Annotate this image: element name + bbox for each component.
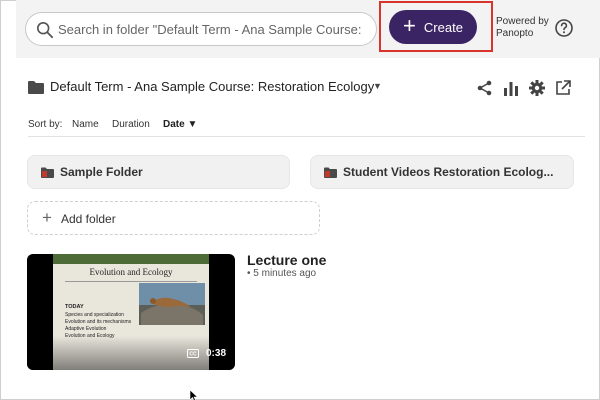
mouse-cursor-icon [190,390,198,400]
slide-bullet: Adaptive Evolution [65,326,107,332]
sort-option-name[interactable]: Name [72,119,99,130]
create-button[interactable]: + Create [389,10,477,44]
search-icon [36,21,54,39]
video-duration: 0:38 [206,348,227,359]
slide-divider [65,281,197,282]
slide-header-band [53,254,209,264]
slide-heading: TODAY [65,304,84,310]
plus-icon: + [42,208,52,227]
video-meta: • 5 minutes ago [247,268,317,279]
sort-option-date[interactable]: Date ▼ [163,119,197,130]
folder-card-label: Student Videos Restoration Ecolog... [343,165,554,179]
search-box[interactable] [25,12,377,46]
sort-option-duration[interactable]: Duration [112,119,150,130]
slide-title: Evolution and Ecology [89,267,173,277]
create-button-label: Create [423,19,463,35]
slide-bullet: Species and specialization [65,312,124,318]
svg-text:CC: CC [189,352,197,358]
settings-icon[interactable] [528,79,546,97]
video-title[interactable]: Lecture one [247,252,326,268]
folder-path-row: Default Term - Ana Sample Course: Restor… [28,79,578,99]
sort-label: Sort by: [28,119,63,130]
folder-card-student-videos[interactable]: Student Videos Restoration Ecolog... [310,155,574,189]
chevron-down-icon[interactable]: ▼ [373,81,382,91]
folder-icon [41,167,54,178]
folder-card-label: Sample Folder [60,165,143,179]
help-icon[interactable] [554,18,574,38]
folder-path-title[interactable]: Default Term - Ana Sample Course: Restor… [50,79,374,94]
folder-icon [324,167,337,178]
add-folder-label: Add folder [61,212,116,226]
thumbnail-shade [27,336,235,370]
folder-card-sample-folder[interactable]: Sample Folder [27,155,290,189]
folder-icon [28,81,44,94]
search-input[interactable] [58,13,370,45]
slide-bullet: Evolution and its mechanisms [65,319,132,325]
share-icon[interactable] [476,79,494,97]
captions-icon: CC [187,349,199,358]
stats-icon[interactable] [502,79,520,97]
add-folder-button[interactable]: + Add folder [27,201,320,235]
divider [28,136,585,137]
plus-icon: + [403,13,416,38]
video-thumbnail[interactable]: Evolution and Ecology TODAY Species and … [27,254,235,370]
open-external-icon[interactable] [554,79,572,97]
iguana-photo [139,283,205,325]
powered-by-text: Powered by Panopto [496,16,549,39]
